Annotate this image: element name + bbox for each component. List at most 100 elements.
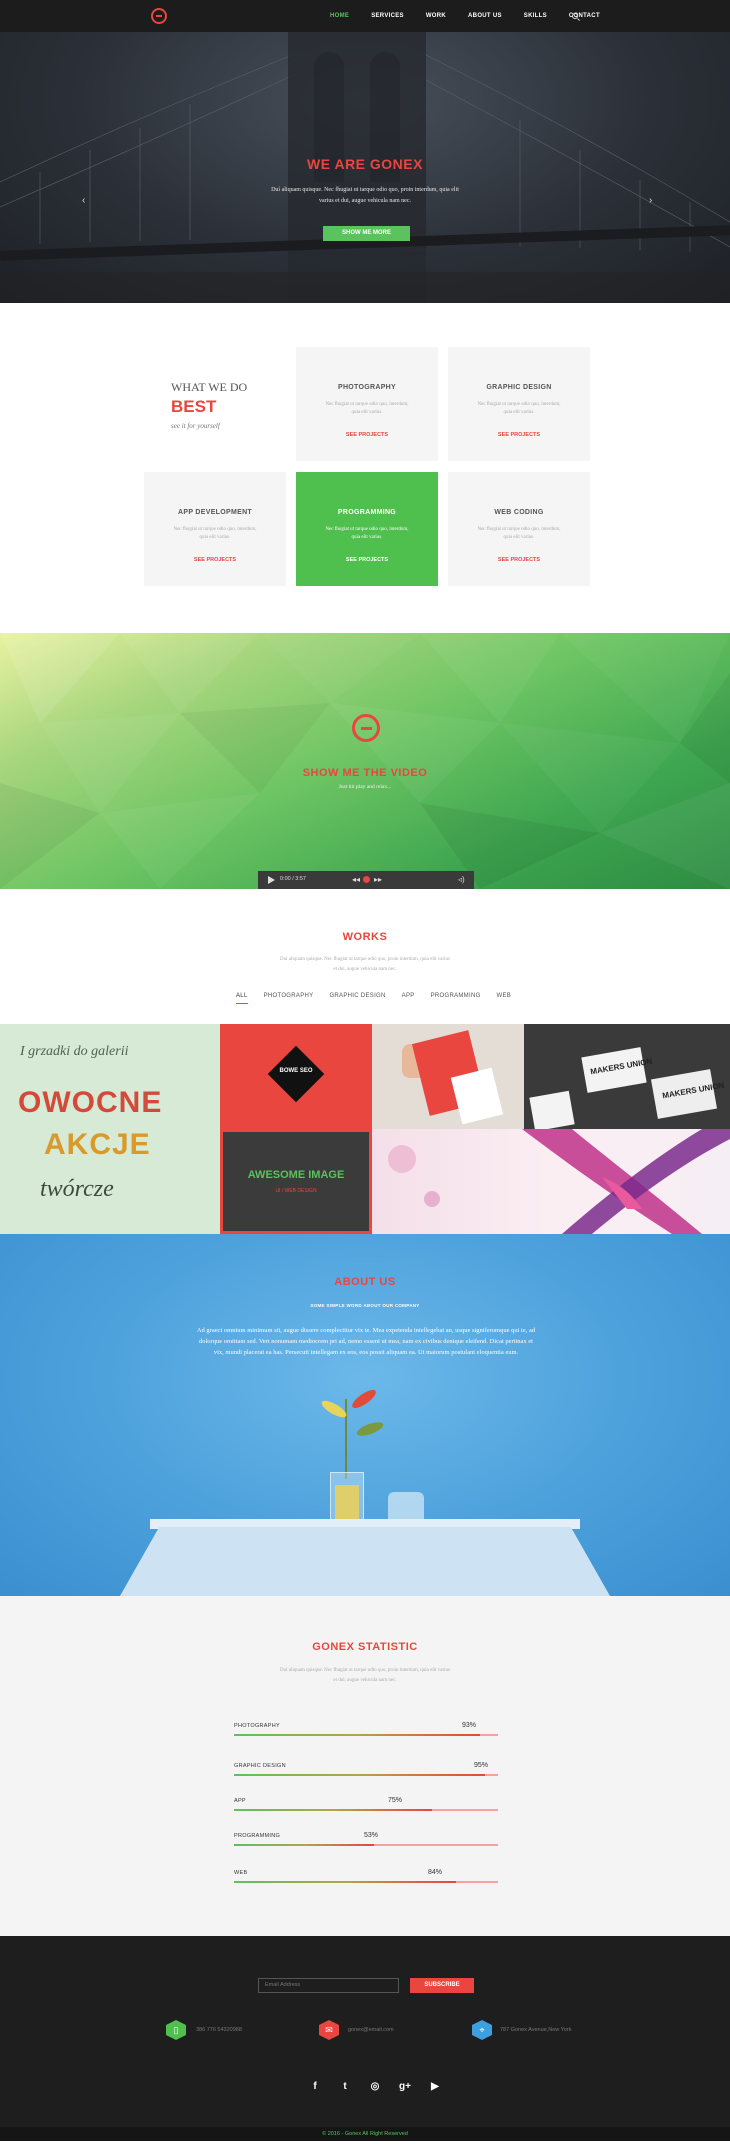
- facebook-icon[interactable]: f: [300, 2081, 330, 2092]
- service-card-title: WEB CODING: [494, 509, 544, 516]
- service-card-photography: PHOTOGRAPHY Nec fhugiat ut tarque odio q…: [296, 347, 438, 461]
- stat-label-programming: PROGRAMMING: [234, 1833, 281, 1839]
- heading-line-3: see it for yourself: [171, 422, 220, 430]
- google-plus-icon[interactable]: g+: [390, 2081, 420, 2092]
- works-grid: I grzadki do galerii OWOCNE AKCJE twórcz…: [0, 1024, 730, 1234]
- work-tile-fruit-lettering[interactable]: I grzadki do galerii OWOCNE AKCJE twórcz…: [0, 1024, 220, 1234]
- volume-icon[interactable]: ◃): [458, 875, 465, 884]
- filter-photography[interactable]: PHOTOGRAPHY: [264, 993, 314, 1004]
- service-card-desc: Nec fhugiat ut tarque odio quo, interdum…: [325, 527, 409, 540]
- stat-label-app: APP: [234, 1798, 246, 1804]
- nav-item-skills[interactable]: SKILLS: [524, 13, 547, 19]
- video-title: SHOW ME THE VIDEO: [302, 767, 428, 779]
- hero-title: WE ARE GONEX: [307, 156, 423, 172]
- filter-programming[interactable]: PROGRAMMING: [431, 993, 481, 1004]
- service-card-programming: PROGRAMMING Nec fhugiat ut tarque odio q…: [296, 472, 438, 586]
- filter-app[interactable]: APP: [402, 993, 415, 1004]
- play-icon[interactable]: [268, 876, 275, 884]
- plant-vase-image: [330, 1472, 364, 1522]
- leaf-image: [349, 1386, 379, 1412]
- filter-graphic-design[interactable]: GRAPHIC DESIGN: [329, 993, 385, 1004]
- stat-label-photography: PHOTOGRAPHY: [234, 1723, 280, 1729]
- diamond-logo-icon: [267, 1045, 325, 1103]
- mail-icon: ✉: [319, 2020, 339, 2040]
- see-projects-link[interactable]: SEE PROJECTS: [296, 557, 438, 563]
- copyright: © 2016 - Gonex All Right Reserved: [0, 2127, 730, 2141]
- tile-handwriting-bottom: twórcze: [40, 1176, 114, 1202]
- stat-bar-graphic-design: [234, 1774, 498, 1776]
- service-card-app-development: APP DEVELOPMENT Nec fhugiat ut tarque od…: [144, 472, 286, 586]
- email-input[interactable]: Email Address: [258, 1978, 399, 1993]
- nav-item-about[interactable]: ABOUT US: [468, 13, 502, 19]
- stat-fill: [234, 1881, 456, 1883]
- contact-phone: 386 776 54320988: [196, 2027, 242, 2033]
- slider-prev-icon[interactable]: ‹: [82, 195, 85, 206]
- see-projects-link[interactable]: SEE PROJECTS: [144, 557, 286, 563]
- see-projects-link[interactable]: SEE PROJECTS: [448, 432, 590, 438]
- overlay-title: AWESOME IMAGE: [247, 1169, 345, 1181]
- stat-percent: 95%: [474, 1762, 489, 1769]
- work-tile-paint-splash[interactable]: [372, 1129, 730, 1234]
- stat-bar-web: [234, 1881, 498, 1883]
- subscribe-button[interactable]: SUBSCRIBE: [410, 1978, 474, 1993]
- tile-fruit-word-2: AKCJE: [44, 1128, 151, 1161]
- service-card-title: PROGRAMMING: [337, 509, 397, 516]
- filter-all[interactable]: ALL: [236, 993, 248, 1004]
- about-subtitle: SOME SIMPLE WORD ABOUT OUR COMPANY: [310, 1303, 420, 1308]
- top-nav: HOME SERVICES WORK ABOUT US SKILLS CONTA…: [0, 0, 730, 32]
- stat-fill: [234, 1809, 432, 1811]
- stat-percent: 84%: [428, 1869, 443, 1876]
- service-card-desc: Nec fhugiat ut tarque odio quo, interdum…: [477, 402, 561, 415]
- show-me-more-button[interactable]: SHOW ME MORE: [323, 226, 410, 241]
- video-subtitle: Just hit play and relax...: [338, 784, 392, 790]
- heading-line-1: WHAT WE DO: [171, 380, 248, 394]
- stats-title: GONEX STATISTIC: [312, 1641, 418, 1653]
- youtube-icon[interactable]: ▶: [420, 2081, 450, 2092]
- service-card-title: APP DEVELOPMENT: [178, 509, 252, 516]
- search-icon[interactable]: [572, 13, 578, 19]
- tile-fruit-word-1: OWOCNE: [18, 1086, 163, 1119]
- video-player-controls: 0:00 / 3:57 ◂◂ ▸▸ ◃): [258, 871, 474, 889]
- polygon-background-image: [0, 633, 730, 889]
- nav-item-work[interactable]: WORK: [426, 13, 446, 19]
- overlay-subtitle: UI / WEB DESIGN: [275, 1188, 317, 1194]
- stat-bar-app: [234, 1809, 498, 1811]
- hero-section: WE ARE GONEX Duí aliquam quisque. Nec fh…: [0, 32, 730, 303]
- about-title: ABOUT US: [334, 1276, 396, 1288]
- work-tile-makers-union[interactable]: MAKERS UNION MAKERS UNION: [524, 1024, 730, 1129]
- work-tile-business-card[interactable]: [372, 1024, 524, 1129]
- contact-email[interactable]: gonex@email.com: [348, 2027, 394, 2033]
- stat-percent: 53%: [364, 1832, 379, 1839]
- work-tile-awesome-image[interactable]: AWESOME IMAGE UI / WEB DESIGN: [220, 1129, 372, 1234]
- about-text: Ad graeci omnium minimum sit, augue diss…: [196, 1327, 536, 1356]
- white-card-image: [450, 1067, 504, 1125]
- footer: Email Address SUBSCRIBE ▯ 386 776 543209…: [0, 1936, 730, 2141]
- service-card-title: PHOTOGRAPHY: [337, 384, 396, 391]
- slider-next-icon[interactable]: ›: [649, 195, 652, 206]
- stat-label-graphic-design: GRAPHIC DESIGN: [234, 1763, 286, 1769]
- about-section: ABOUT US SOME SIMPLE WORD ABOUT OUR COMP…: [0, 1234, 730, 1596]
- stat-percent: 75%: [388, 1797, 403, 1804]
- rewind-icon[interactable]: ◂◂: [352, 875, 360, 884]
- nav-item-services[interactable]: SERVICES: [371, 13, 404, 19]
- hero-text: Duí aliquam quisque. Nec fhugiat ut tarq…: [271, 187, 459, 204]
- gonex-logo-icon[interactable]: [151, 8, 167, 24]
- see-projects-link[interactable]: SEE PROJECTS: [448, 557, 590, 563]
- service-card-desc: Nec fhugiat ut tarque odio quo, interdum…: [173, 527, 257, 540]
- statistics-section: GONEX STATISTIC Duí aliquam quisque. Nec…: [0, 1596, 730, 1936]
- works-filters: ALL PHOTOGRAPHY GRAPHIC DESIGN APP PROGR…: [236, 993, 527, 1004]
- see-projects-link[interactable]: SEE PROJECTS: [296, 432, 438, 438]
- services-section: WHAT WE DO BEST see it for yourself PHOT…: [0, 303, 730, 633]
- main-menu: HOME SERVICES WORK ABOUT US SKILLS CONTA…: [330, 0, 622, 32]
- work-tile-red-logo[interactable]: BOWE SEO: [220, 1024, 372, 1129]
- stat-bar-photography: [234, 1734, 498, 1736]
- dribbble-icon[interactable]: ◎: [360, 2081, 390, 2092]
- forward-icon[interactable]: ▸▸: [374, 875, 382, 884]
- gonex-logo-icon: [352, 714, 380, 742]
- stat-bar-programming: [234, 1844, 498, 1846]
- filter-web[interactable]: WEB: [497, 993, 512, 1004]
- paint-splash-image: [388, 1129, 730, 1234]
- record-icon[interactable]: [363, 876, 370, 883]
- nav-item-home[interactable]: HOME: [330, 13, 349, 19]
- twitter-icon[interactable]: t: [330, 2081, 360, 2092]
